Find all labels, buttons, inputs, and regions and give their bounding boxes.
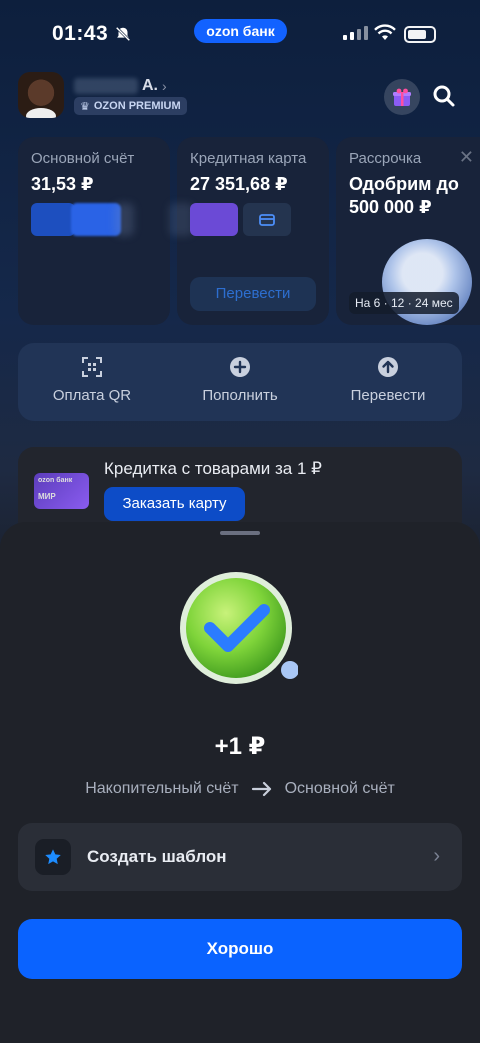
gift-button[interactable] [384, 79, 420, 115]
avatar[interactable] [18, 72, 64, 118]
carrier-pill: ozon банк [194, 19, 287, 43]
plus-circle-icon [230, 357, 250, 377]
action-top-up[interactable]: Пополнить [166, 343, 314, 421]
order-card-button[interactable]: Заказать карту [104, 487, 245, 521]
redacted-card-number [114, 203, 134, 236]
installment-card[interactable]: Рассрочка Одобрим до 500 000 ₽ ✕ На 6 · … [336, 137, 480, 325]
promo-card-image: ozon банк МИР [34, 473, 89, 509]
sheet-grabber[interactable] [220, 531, 260, 535]
route-from: Накопительный счёт [85, 780, 239, 797]
search-icon[interactable] [432, 84, 456, 108]
card-icon [243, 203, 291, 236]
battery-icon [404, 26, 436, 43]
ok-button[interactable]: Хорошо [18, 919, 462, 979]
success-sheet: +1 ₽ Накопительный счёт Основной счёт Со… [0, 522, 480, 1043]
premium-badge[interactable]: ♛ OZON PREMIUM [74, 97, 187, 115]
wifi-icon [374, 24, 396, 40]
status-time: 01:43 [52, 22, 132, 46]
status-bar: 01:43 ozon банк [0, 0, 480, 70]
result-amount: +1 ₽ [214, 733, 266, 760]
gift-icon [393, 88, 411, 106]
action-transfer[interactable]: Перевести [314, 343, 462, 421]
success-check-icon [180, 572, 298, 684]
action-pay-qr[interactable]: Оплата QR [18, 343, 166, 421]
profile-name[interactable]: А. › [74, 76, 167, 96]
account-card-credit[interactable]: Кредитная карта 27 351,68 ₽ Перевести [169, 137, 329, 325]
account-card-main[interactable]: Основной счёт 31,53 ₽ [18, 137, 170, 325]
close-icon[interactable]: ✕ [459, 147, 474, 168]
transfer-button[interactable]: Перевести [190, 277, 316, 311]
bell-muted-icon [115, 26, 131, 42]
create-template-row[interactable]: Создать шаблон › [18, 823, 462, 891]
app-screen: 01:43 ozon банк А. › ♛ OZON PREMIUM Осно… [0, 0, 480, 1043]
chevron-right-icon: › [162, 78, 167, 94]
star-icon [35, 839, 71, 875]
name-redacted [74, 78, 138, 94]
credit-card-thumb [190, 203, 238, 236]
transfer-route: Накопительный счёт Основной счёт [0, 780, 480, 798]
qr-icon [82, 357, 102, 377]
chevron-right-icon: › [433, 845, 440, 867]
arrow-right-icon [251, 781, 271, 797]
quick-actions: Оплата QR Пополнить Перевести [18, 343, 462, 421]
crown-icon: ♛ [80, 100, 90, 113]
arrow-up-circle-icon [378, 357, 398, 377]
account-card-thumb [31, 203, 75, 236]
signal-icon [343, 26, 368, 40]
route-to: Основной счёт [284, 780, 395, 797]
